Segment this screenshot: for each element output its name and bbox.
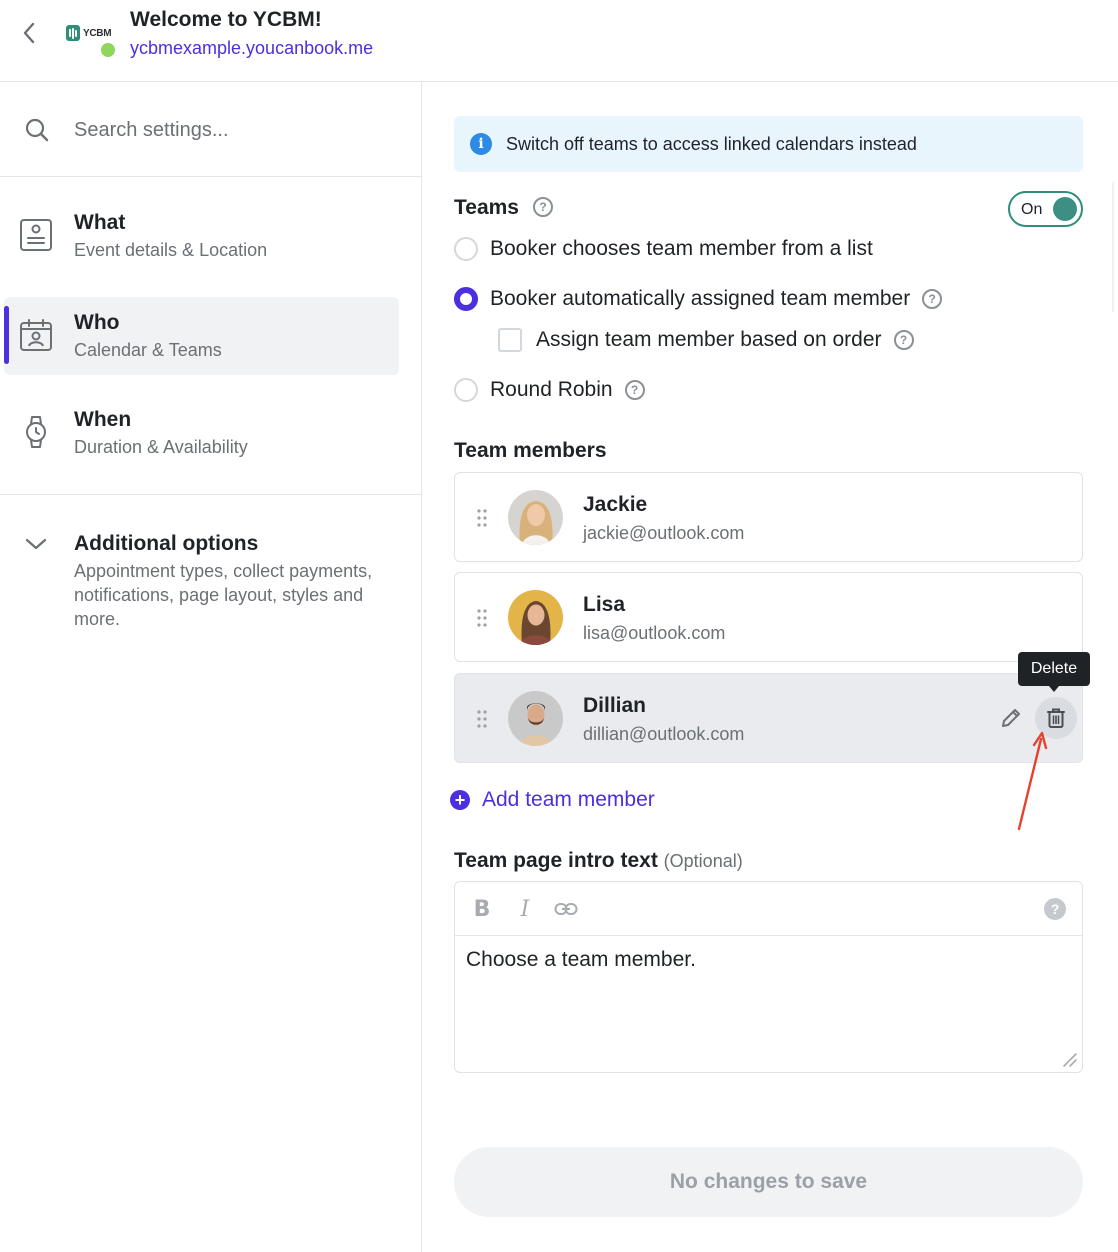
drag-handle-icon[interactable] <box>475 709 489 729</box>
add-team-member-label: Add team member <box>482 788 655 811</box>
online-status-dot <box>99 41 117 59</box>
toggle-label: On <box>1021 201 1043 218</box>
toggle-knob <box>1053 197 1077 221</box>
link-icon[interactable] <box>554 896 578 922</box>
drag-handle-icon[interactable] <box>475 608 489 628</box>
back-button[interactable] <box>16 18 42 48</box>
settings-search <box>0 82 421 177</box>
info-icon: i <box>470 133 492 155</box>
main-panel: i Switch off teams to access linked cale… <box>422 82 1118 1252</box>
assign-by-order-option[interactable]: Assign team member based on order ? <box>498 325 914 355</box>
save-button[interactable]: No changes to save <box>454 1147 1083 1217</box>
sidebar-divider <box>0 494 421 495</box>
member-name: Dillian <box>583 694 647 717</box>
sidebar-item-title: When <box>74 408 132 431</box>
team-member-card[interactable]: Lisa lisa@outlook.com <box>454 572 1083 662</box>
info-banner: i Switch off teams to access linked cale… <box>454 116 1083 172</box>
teams-toggle[interactable]: On <box>1008 191 1083 227</box>
editor-help-icon[interactable]: ? <box>1044 898 1066 920</box>
member-email: lisa@outlook.com <box>583 623 726 643</box>
team-member-card[interactable]: Jackie jackie@outlook.com <box>454 472 1083 562</box>
id-card-icon <box>20 219 52 251</box>
optional-label: (Optional) <box>663 851 743 871</box>
info-banner-text: Switch off teams to access linked calend… <box>506 133 917 154</box>
drag-handle-icon[interactable] <box>475 508 489 528</box>
checkbox-label: Assign team member based on order <box>536 328 882 351</box>
logo-mark-icon <box>66 25 80 41</box>
help-icon[interactable]: ? <box>922 289 943 309</box>
intro-text-heading: Team page intro text (Optional) <box>454 849 743 873</box>
logo-text: YCBM <box>83 27 112 39</box>
radio-option-round-robin[interactable]: Round Robin ? <box>454 375 645 405</box>
chevron-left-icon <box>23 22 35 44</box>
team-members-heading: Team members <box>454 439 607 462</box>
app-header: YCBM Welcome to YCBM! ycbmexample.youcan… <box>0 0 1118 82</box>
settings-sidebar: What Event details & Location Who Calend… <box>0 82 422 1252</box>
additional-options-title: Additional options <box>74 532 259 555</box>
calendar-user-icon <box>20 319 52 351</box>
radio-label: Round Robin <box>490 378 613 401</box>
radio-button[interactable] <box>454 237 478 261</box>
page-title: Welcome to YCBM! <box>130 8 322 31</box>
help-icon[interactable]: ? <box>893 330 914 350</box>
resize-handle-icon[interactable] <box>1058 1048 1078 1068</box>
sidebar-item-title: Who <box>74 311 120 334</box>
intro-text-content[interactable]: Choose a team member. <box>466 948 1066 972</box>
panel-edge <box>1112 182 1114 312</box>
ycbm-logo: YCBM <box>66 24 118 42</box>
watch-icon <box>26 416 46 448</box>
avatar <box>508 691 563 746</box>
search-icon <box>25 118 49 142</box>
avatar <box>508 590 563 645</box>
member-name: Jackie <box>583 493 648 516</box>
bold-icon[interactable]: B <box>470 896 494 922</box>
intro-text-label: Team page intro text <box>454 849 658 872</box>
search-input[interactable] <box>74 112 394 148</box>
booking-page-link[interactable]: ycbmexample.youcanbook.me <box>130 38 373 59</box>
sidebar-item-who[interactable]: Who Calendar & Teams <box>4 297 399 375</box>
sidebar-item-subtitle: Event details & Location <box>74 240 268 260</box>
sidebar-item-when[interactable]: When Duration & Availability <box>4 394 399 472</box>
intro-text-editor: B I ? Choose a team member. <box>454 881 1083 1073</box>
delete-tooltip: Delete <box>1018 652 1090 692</box>
member-name: Lisa <box>583 593 626 616</box>
radio-button[interactable] <box>454 378 478 402</box>
member-email: jackie@outlook.com <box>583 523 745 543</box>
sidebar-item-subtitle: Duration & Availability <box>74 437 248 457</box>
chevron-down-icon <box>25 538 47 550</box>
radio-option-list[interactable]: Booker chooses team member from a list <box>454 234 873 264</box>
team-member-card[interactable]: Dillian dillian@outlook.com <box>454 673 1083 763</box>
additional-options-subtitle: Appointment types, collect payments, not… <box>74 561 373 629</box>
radio-button-selected[interactable] <box>454 287 478 311</box>
sidebar-item-what[interactable]: What Event details & Location <box>4 197 399 275</box>
annotation-arrow-icon <box>1017 731 1048 831</box>
radio-option-auto-assign[interactable]: Booker automatically assigned team membe… <box>454 284 943 314</box>
plus-circle-icon: + <box>450 790 470 810</box>
help-icon[interactable]: ? <box>533 197 553 217</box>
avatar <box>508 490 563 545</box>
add-team-member-button[interactable]: + Add team member <box>450 788 655 812</box>
italic-icon[interactable]: I <box>513 896 537 922</box>
teams-heading: Teams <box>454 196 519 219</box>
radio-label: Booker chooses team member from a list <box>490 237 873 260</box>
editor-toolbar: B I ? <box>455 882 1082 936</box>
checkbox[interactable] <box>498 328 522 352</box>
additional-options-toggle[interactable]: Additional options Appointment types, co… <box>0 522 421 642</box>
radio-label: Booker automatically assigned team membe… <box>490 287 911 310</box>
sidebar-item-title: What <box>74 211 126 234</box>
sidebar-item-subtitle: Calendar & Teams <box>74 340 222 360</box>
member-email: dillian@outlook.com <box>583 724 745 744</box>
help-icon[interactable]: ? <box>624 380 645 400</box>
